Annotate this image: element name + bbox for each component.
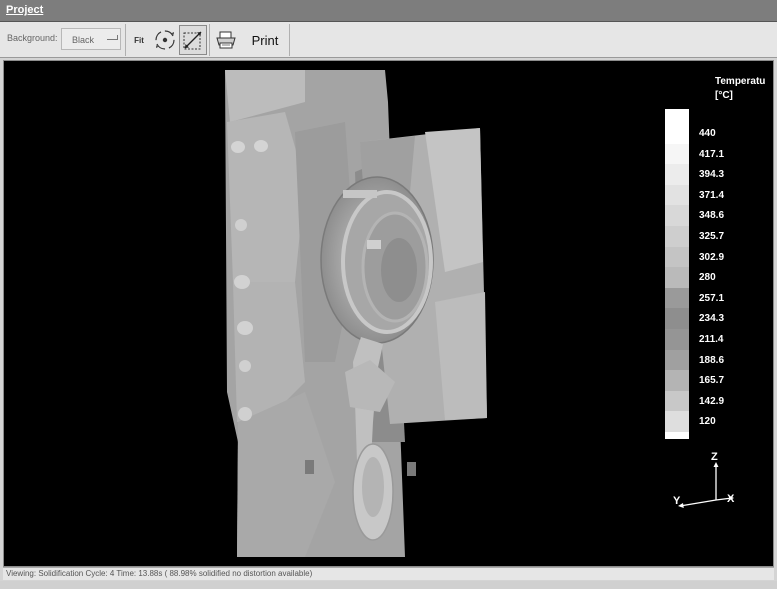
legend-unit: [°C] [715,90,733,101]
status-text: Viewing: Solidification Cycle: 4 Time: 1… [6,569,313,578]
toolbar-divider [125,24,126,56]
legend-title: Temperatu [715,76,766,87]
legend-value: 348.6 [699,210,725,222]
legend-value: 188.6 [699,354,725,366]
casting-model [225,70,487,557]
legend-swatch [665,143,689,165]
legend-value: 234.3 [699,313,725,325]
rotate-icon [154,30,175,50]
printer-icon [216,31,236,49]
axis-label-z: Z [711,451,718,463]
legend-swatch [665,267,689,289]
window-title: Project [6,4,44,16]
legend-value: 394.3 [699,169,725,181]
legend-swatch [665,349,689,371]
legend-value: 371.4 [699,189,725,201]
legend-value: 302.9 [699,251,725,263]
legend-swatch [665,246,689,268]
legend-value: 417.1 [699,148,725,160]
background-select[interactable]: Black [61,28,121,50]
3d-viewport[interactable]: Temperatu [°C] 440 417.1 394.3 371.4 348.6 32… [5,62,772,565]
legend-value: 142.9 [699,395,725,407]
toolbar-divider [289,24,290,56]
background-label: Background: [7,33,58,43]
title-bar: Project [0,0,777,22]
legend-value: 120 [699,416,716,428]
legend-value: 257.1 [699,292,725,304]
rotate-button[interactable] [151,26,178,54]
legend-swatch [665,287,689,309]
temperature-color-scale [665,109,689,439]
bottom-edge [0,581,777,589]
legend-value: 280 [699,272,716,284]
legend-value: 165.7 [699,375,725,387]
dropdown-arrow-icon [107,35,118,40]
axis-triad-icon [678,462,734,508]
printer-button[interactable] [213,26,239,54]
app-window: Project Background: Black Fit Print Temp… [0,0,777,589]
legend-value: 440 [699,128,716,139]
legend-swatch [665,164,689,186]
background-select-value: Black [72,35,95,45]
legend-swatch [665,123,689,145]
zoom-window-button[interactable] [179,25,207,55]
toolbar-divider [209,24,210,56]
axis-label-x: X [727,493,735,505]
legend-swatch [665,411,689,433]
axis-label-y: Y [673,495,681,507]
toolbar: Background: Black Fit Print [0,22,777,58]
status-bar: Viewing: Solidification Cycle: 4 Time: 1… [3,567,774,580]
legend-swatch [665,205,689,227]
legend-value: 325.7 [699,231,725,242]
legend-swatch [665,226,689,248]
legend-swatch [665,308,689,330]
print-button[interactable]: Print [243,26,287,54]
legend-swatch [665,370,689,392]
legend-swatch [665,329,689,351]
legend-swatch [665,184,689,206]
fit-button[interactable]: Fit [128,26,150,54]
legend-swatch [665,390,689,412]
zoom-window-icon [183,31,202,50]
legend-value: 211.4 [699,334,724,345]
